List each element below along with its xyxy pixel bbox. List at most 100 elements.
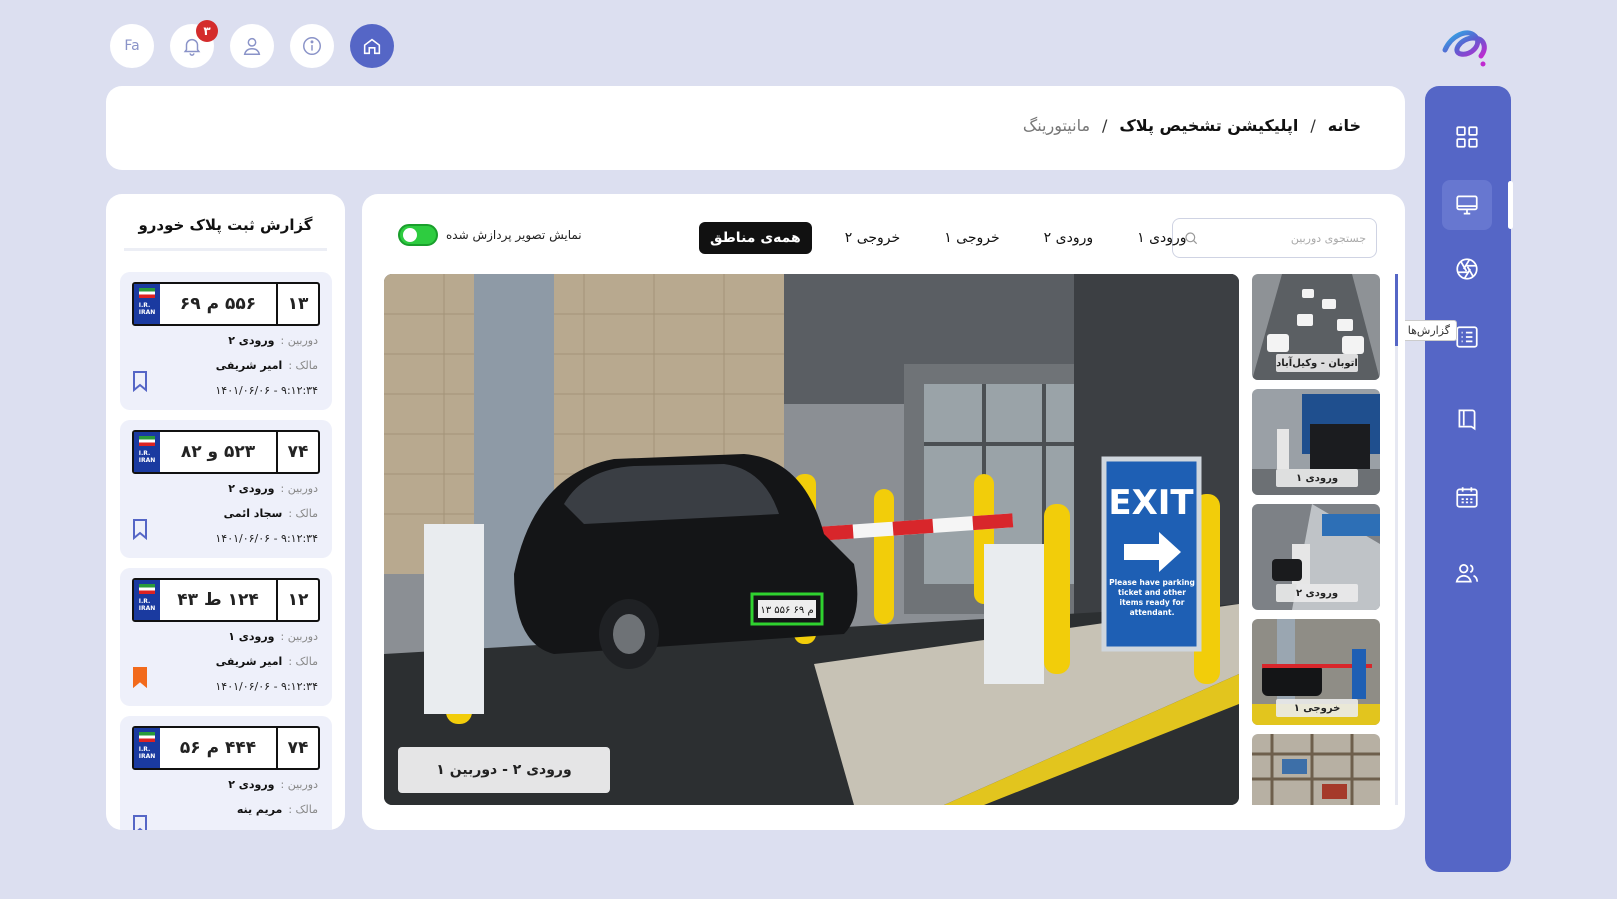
monitor-icon	[1456, 195, 1478, 215]
plate-region-code: ۷۴	[287, 442, 309, 462]
plate-region-code: ۱۲	[287, 590, 309, 610]
tab-exit-2[interactable]: خروجی ۲	[834, 222, 911, 254]
home-icon	[363, 38, 381, 55]
sidebar-item-bookmarks[interactable]	[1442, 394, 1492, 444]
camera-value: ورودی ۲	[228, 334, 275, 347]
feed-caption: ورودی ۲ - دوربین ۱	[398, 747, 610, 793]
thumbnail-label: خروجی ۱	[1276, 699, 1358, 717]
owner-label: مالک :	[288, 655, 318, 668]
owner-value: سجاد ائمی	[223, 507, 283, 520]
profile-button[interactable]	[230, 24, 274, 68]
monitoring-panel: جستجوی دوربین ورودی ۱ ورودی ۲ خروجی ۱ خر…	[362, 194, 1405, 830]
camera-thumbnail[interactable]: ورودی ۱	[1252, 389, 1380, 495]
report-item[interactable]: I.R. IRAN ۱۲۴ ط ۴۳ ۱۲ دوربین : ورودی ۱ مال…	[120, 568, 332, 706]
iran-flag-icon: I.R. IRAN	[134, 284, 160, 324]
grid-icon	[1456, 126, 1478, 148]
sidebar-tooltip: گزارش‌ها	[1400, 320, 1457, 341]
camera-meta: دوربین : ورودی ۱	[228, 630, 318, 643]
report-list[interactable]: I.R. IRAN ۵۵۶ م ۶۹ ۱۳ دوربین : ورودی ۲ مال…	[120, 272, 332, 830]
main-camera-feed[interactable]: ۱۳ ۵۵۶ م ۶۹ EXIT Please have parking tic…	[384, 274, 1239, 805]
tab-exit-1[interactable]: خروجی ۱	[933, 222, 1010, 254]
sidebar-item-dashboard[interactable]	[1442, 112, 1492, 162]
license-plate: I.R. IRAN ۵۵۶ م ۶۹ ۱۳	[132, 282, 320, 326]
info-button[interactable]	[290, 24, 334, 68]
timestamp: ۹:۱۲:۳۴ - ۱۴۰۱/۰۶/۰۶	[215, 384, 318, 397]
camera-meta: دوربین : ورودی ۲	[228, 334, 318, 347]
processed-image-toggle-row: نمایش تصویر پردازش شده	[398, 224, 582, 246]
user-icon	[243, 37, 261, 55]
camera-thumbnail[interactable]	[1252, 734, 1380, 805]
thumbnail-label: ورودی ۱	[1276, 469, 1358, 487]
processed-image-toggle[interactable]	[398, 224, 438, 246]
thumbnail-scrollbar[interactable]	[1395, 274, 1398, 805]
camera-thumbnails[interactable]: اتوبان - وکیل‌آباد ورودی ۱ ورودی ۲ خروجی…	[1252, 274, 1380, 805]
thumbnail-label: اتوبان - وکیل‌آباد	[1276, 354, 1358, 372]
camera-meta: دوربین : ورودی ۲	[228, 482, 318, 495]
report-title: گزارش ثبت پلاک خودرو	[138, 216, 313, 234]
main-sidebar	[1425, 86, 1513, 872]
language-button[interactable]: Fa	[110, 24, 154, 68]
notification-count-badge: ۳	[196, 20, 218, 42]
sidebar-item-users[interactable]	[1442, 548, 1492, 598]
info-icon	[303, 37, 321, 55]
camera-value: ورودی ۲	[228, 482, 275, 495]
home-button[interactable]	[350, 24, 394, 68]
bookmark-icon[interactable]	[132, 814, 148, 830]
owner-value: مریم ینه	[236, 803, 283, 816]
owner-label: مالک :	[288, 507, 318, 520]
tab-all-zones[interactable]: همه‌ی مناطق	[699, 222, 812, 254]
tab-entrance-2[interactable]: ورودی ۲	[1033, 222, 1104, 254]
scrollbar-thumb[interactable]	[1395, 274, 1398, 346]
sidebar-item-monitoring[interactable]	[1442, 180, 1492, 230]
camera-search-input[interactable]: جستجوی دوربین	[1172, 218, 1377, 258]
notifications-button[interactable]: ۳	[170, 20, 218, 68]
report-item[interactable]: I.R. IRAN ۴۴۴ م ۵۶ ۷۴ دوربین : ورودی ۲ مال…	[120, 716, 332, 830]
search-placeholder: جستجوی دوربین	[1290, 231, 1366, 245]
owner-label: مالک :	[288, 803, 318, 816]
iran-flag-icon: I.R. IRAN	[134, 432, 160, 472]
camera-label: دوربین :	[280, 778, 318, 791]
report-item[interactable]: I.R. IRAN ۵۵۶ م ۶۹ ۱۳ دوربین : ورودی ۲ مال…	[120, 272, 332, 410]
thumbnail-image	[1252, 734, 1380, 805]
plate-region-code: ۱۳	[287, 294, 309, 314]
bookmark-filled-icon[interactable]	[132, 666, 148, 688]
plate-number: ۵۲۳ و ۸۲	[160, 432, 278, 472]
breadcrumb-separator: /	[1102, 116, 1108, 135]
camera-label: دوربین :	[280, 334, 318, 347]
breadcrumb-card: خانه / اپلیکیشن تشخیص پلاک / مانیتورینگ	[106, 86, 1405, 170]
license-plate: I.R. IRAN ۵۲۳ و ۸۲ ۷۴	[132, 430, 320, 474]
camera-scene-image: ۱۳ ۵۵۶ م ۶۹ EXIT Please have parking tic…	[384, 274, 1239, 805]
owner-meta: مالک : سجاد ائمی	[224, 507, 318, 520]
exit-sign-text: EXIT	[1108, 483, 1194, 523]
plate-number: ۱۲۴ ط ۴۳	[160, 580, 278, 620]
camera-thumbnail[interactable]: خروجی ۱	[1252, 619, 1380, 725]
breadcrumb: خانه / اپلیکیشن تشخیص پلاک / مانیتورینگ	[1023, 116, 1361, 135]
bookmark-icon[interactable]	[132, 518, 148, 540]
report-divider	[124, 248, 327, 251]
camera-thumbnail[interactable]: اتوبان - وکیل‌آباد	[1252, 274, 1380, 380]
sidebar-item-calendar[interactable]	[1442, 472, 1492, 522]
timestamp: ۹:۱۲:۳۴ - ۱۴۰۱/۰۶/۰۶	[215, 680, 318, 693]
aperture-icon	[1456, 258, 1478, 280]
camera-value: ورودی ۲	[228, 778, 275, 791]
breadcrumb-home[interactable]: خانه	[1328, 116, 1361, 135]
owner-value: امیر شریفی	[215, 359, 283, 372]
plate-report-panel: گزارش ثبت پلاک خودرو I.R. IRAN ۵۵۶ م ۶۹ ۱…	[106, 194, 345, 830]
bookmark-icon[interactable]	[132, 370, 148, 392]
users-icon	[1455, 564, 1479, 583]
thumbnail-label: ورودی ۲	[1276, 584, 1358, 602]
calendar-icon	[1456, 487, 1478, 508]
plate-region-code: ۷۴	[287, 738, 309, 758]
report-item[interactable]: I.R. IRAN ۵۲۳ و ۸۲ ۷۴ دوربین : ورودی ۲ مال…	[120, 420, 332, 558]
plate-number: ۵۵۶ م ۶۹	[160, 284, 278, 324]
breadcrumb-current: مانیتورینگ	[1022, 116, 1091, 135]
book-icon	[1458, 409, 1476, 431]
plate-number: ۴۴۴ م ۵۶	[160, 728, 278, 768]
camera-thumbnail[interactable]: ورودی ۲	[1252, 504, 1380, 610]
breadcrumb-app[interactable]: اپلیکیشن تشخیص پلاک	[1119, 116, 1298, 135]
camera-label: دوربین :	[280, 482, 318, 495]
language-label: Fa	[124, 38, 140, 54]
sidebar-item-camera[interactable]	[1442, 244, 1492, 294]
license-plate: I.R. IRAN ۴۴۴ م ۵۶ ۷۴	[132, 726, 320, 770]
tab-entrance-1[interactable]: ورودی ۱	[1126, 222, 1197, 254]
